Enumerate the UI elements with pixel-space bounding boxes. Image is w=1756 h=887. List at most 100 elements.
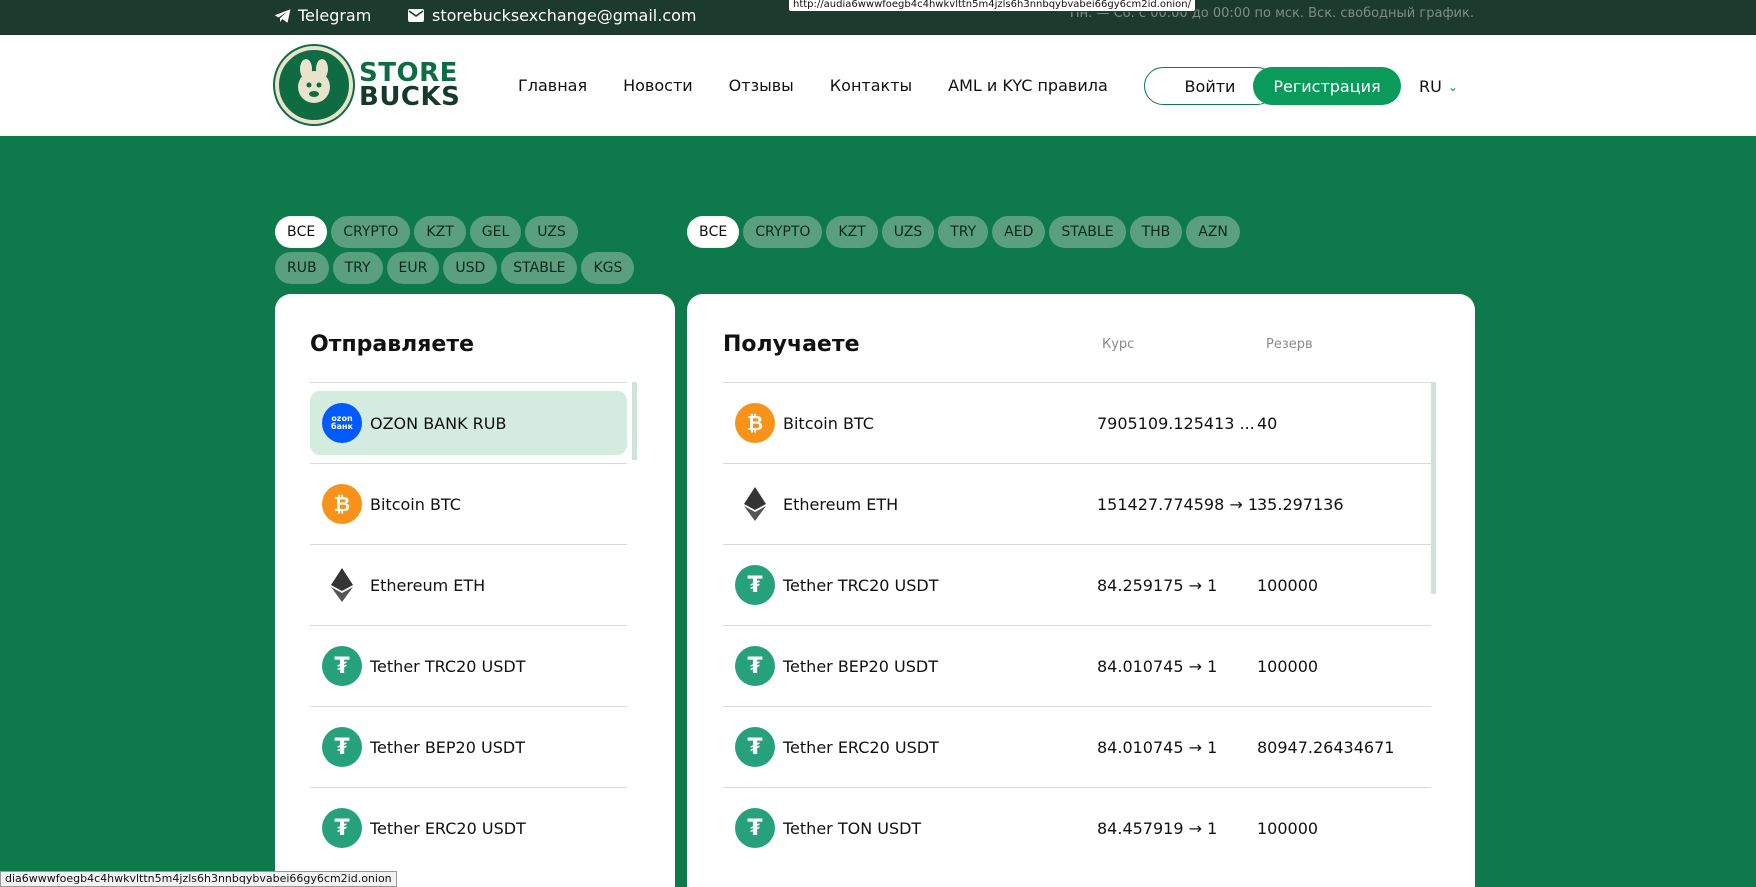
send-item-tether-erc20[interactable]: ₮ Tether ERC20 USDT xyxy=(310,787,627,868)
send-item-ozon-bank-rub[interactable]: ozon банк OZON BANK RUB xyxy=(310,382,627,463)
receive-filter-try[interactable]: TRY xyxy=(938,216,989,248)
receive-filter-all[interactable]: ВСЕ xyxy=(687,216,740,248)
receive-filter-crypto[interactable]: CRYPTO xyxy=(743,216,823,248)
receive-item-reserve: 100000 xyxy=(1257,575,1319,595)
ozon-bank-icon: ozon банк xyxy=(322,403,362,443)
receive-filter-kzt[interactable]: KZT xyxy=(826,216,878,248)
email-link[interactable]: storebucksexchange@gmail.com xyxy=(408,6,697,25)
bitcoin-icon: ₿ xyxy=(322,484,362,524)
send-item-label: Ethereum ETH xyxy=(370,575,486,595)
receive-item-rate: 84.010745 → 1 xyxy=(1097,656,1218,676)
nav-reviews[interactable]: Отзывы xyxy=(729,76,794,95)
main-nav: Главная Новости Отзывы Контакты AML и KY… xyxy=(518,76,1108,95)
receive-item-label: Bitcoin BTC xyxy=(783,413,874,433)
send-item-label: Bitcoin BTC xyxy=(370,494,461,514)
tether-icon: ₮ xyxy=(322,727,362,767)
nav-news[interactable]: Новости xyxy=(623,76,693,95)
send-item-label: OZON BANK RUB xyxy=(370,413,507,433)
receive-item-ethereum[interactable]: Ethereum ETH 151427.774598 → 1 35.297136 xyxy=(723,463,1431,544)
receive-item-rate: 151427.774598 → 1 xyxy=(1097,494,1258,514)
receive-filter-stable[interactable]: STABLE xyxy=(1049,216,1126,248)
receive-item-reserve: 40 xyxy=(1257,413,1278,433)
url-tooltip: http://audia6wwwfoegb4c4hwkvlttn5m4jzls6… xyxy=(788,0,1196,12)
tether-icon: ₮ xyxy=(322,808,362,848)
receive-item-reserve: 100000 xyxy=(1257,656,1319,676)
send-item-tether-trc20[interactable]: ₮ Tether TRC20 USDT xyxy=(310,625,627,706)
ethereum-icon xyxy=(735,484,775,524)
tether-icon: ₮ xyxy=(735,808,775,848)
send-filter-kzt[interactable]: KZT xyxy=(414,216,466,248)
receive-item-tether-bep20[interactable]: ₮ Tether BEP20 USDT 84.010745 → 1 100000 xyxy=(723,625,1431,706)
receive-filter-azn[interactable]: AZN xyxy=(1186,216,1240,248)
logo-mascot-icon xyxy=(275,46,353,124)
receive-list-scrollbar[interactable] xyxy=(1431,382,1436,594)
receive-item-rate: 84.010745 → 1 xyxy=(1097,737,1218,757)
send-item-ethereum[interactable]: Ethereum ETH xyxy=(310,544,627,625)
receive-item-label: Tether TON USDT xyxy=(783,818,922,838)
receive-item-label: Tether ERC20 USDT xyxy=(783,737,939,757)
send-filter-crypto[interactable]: CRYPTO xyxy=(331,216,411,248)
send-item-label: Tether TRC20 USDT xyxy=(370,656,526,676)
telegram-label: Telegram xyxy=(298,6,372,25)
send-filter-kgs[interactable]: KGS xyxy=(581,252,635,284)
tether-icon: ₮ xyxy=(735,646,775,686)
chevron-down-icon: ⌄ xyxy=(1447,79,1458,94)
send-filter-uzs[interactable]: UZS xyxy=(525,216,578,248)
telegram-icon xyxy=(274,8,291,23)
send-filter-try[interactable]: TRY xyxy=(332,252,383,284)
receive-item-bitcoin[interactable]: ₿ Bitcoin BTC 7905109.125413 ... 40 xyxy=(723,382,1431,463)
send-filter-rub[interactable]: RUB xyxy=(275,252,329,284)
receive-currency-list: ₿ Bitcoin BTC 7905109.125413 ... 40 Ethe… xyxy=(723,382,1431,868)
receive-item-rate: 84.457919 → 1 xyxy=(1097,818,1218,838)
receive-currency-filters: ВСЕ CRYPTO KZT UZS TRY AED STABLE THB AZ… xyxy=(687,216,1287,248)
send-item-bitcoin[interactable]: ₿ Bitcoin BTC xyxy=(310,463,627,544)
receive-item-tether-erc20[interactable]: ₮ Tether ERC20 USDT 84.010745 → 1 80947.… xyxy=(723,706,1431,787)
send-currency-list: ozon банк OZON BANK RUB ₿ Bitcoin BTC Eth… xyxy=(310,382,627,868)
ethereum-icon xyxy=(322,565,362,605)
rate-column-header: Курс xyxy=(1102,337,1135,352)
receive-filter-aed[interactable]: AED xyxy=(992,216,1046,248)
nav-contacts[interactable]: Контакты xyxy=(830,76,912,95)
send-panel: Отправляете ozon банк OZON BANK RUB ₿ Bit… xyxy=(275,294,675,887)
send-filter-eur[interactable]: EUR xyxy=(386,252,440,284)
send-item-label: Tether BEP20 USDT xyxy=(370,737,525,757)
send-filter-usd[interactable]: USD xyxy=(443,252,498,284)
send-filter-gel[interactable]: GEL xyxy=(469,216,522,248)
bitcoin-icon: ₿ xyxy=(735,403,775,443)
send-item-label: Tether ERC20 USDT xyxy=(370,818,526,838)
logo-text-bucks: BUCKS xyxy=(359,82,461,112)
reserve-column-header: Резерв xyxy=(1266,337,1313,352)
send-list-scrollbar[interactable] xyxy=(632,382,637,460)
receive-panel-title: Получаете xyxy=(723,332,860,357)
receive-item-reserve: 35.297136 xyxy=(1257,494,1344,514)
receive-panel: Получаете Курс Резерв ₿ Bitcoin BTC 7905… xyxy=(687,294,1475,887)
receive-item-label: Tether TRC20 USDT xyxy=(783,575,939,595)
nav-home[interactable]: Главная xyxy=(518,76,587,95)
send-filter-stable[interactable]: STABLE xyxy=(501,252,578,284)
receive-item-tether-ton[interactable]: ₮ Tether TON USDT 84.457919 → 1 100000 xyxy=(723,787,1431,868)
tether-icon: ₮ xyxy=(735,727,775,767)
receive-filter-uzs[interactable]: UZS xyxy=(881,216,935,248)
receive-item-rate: 84.259175 → 1 xyxy=(1097,575,1218,595)
nav-aml-kyc[interactable]: AML и KYC правила xyxy=(948,76,1108,95)
mail-icon xyxy=(408,9,424,22)
receive-item-reserve: 80947.26434671 xyxy=(1257,737,1395,757)
register-button[interactable]: Регистрация xyxy=(1253,67,1401,105)
status-bar-url: dia6wwwfoegb4c4hwkvlttn5m4jzls6h3nnbqybv… xyxy=(0,871,397,887)
send-panel-title: Отправляете xyxy=(310,332,475,357)
tether-icon: ₮ xyxy=(322,646,362,686)
send-item-tether-bep20[interactable]: ₮ Tether BEP20 USDT xyxy=(310,706,627,787)
tether-icon: ₮ xyxy=(735,565,775,605)
receive-filter-thb[interactable]: THB xyxy=(1129,216,1183,248)
receive-item-label: Tether BEP20 USDT xyxy=(783,656,938,676)
telegram-link[interactable]: Telegram xyxy=(274,6,371,25)
send-filter-all[interactable]: ВСЕ xyxy=(275,216,328,248)
logo[interactable]: STORE BUCKS xyxy=(275,46,460,124)
site-header: STORE BUCKS Главная Новости Отзывы Конта… xyxy=(0,35,1756,136)
language-selector[interactable]: RU ⌄ xyxy=(1419,77,1458,96)
receive-item-rate: 7905109.125413 ... xyxy=(1097,413,1255,433)
receive-item-reserve: 100000 xyxy=(1257,818,1319,838)
language-label: RU xyxy=(1419,77,1442,96)
receive-item-label: Ethereum ETH xyxy=(783,494,899,514)
receive-item-tether-trc20[interactable]: ₮ Tether TRC20 USDT 84.259175 → 1 100000 xyxy=(723,544,1431,625)
